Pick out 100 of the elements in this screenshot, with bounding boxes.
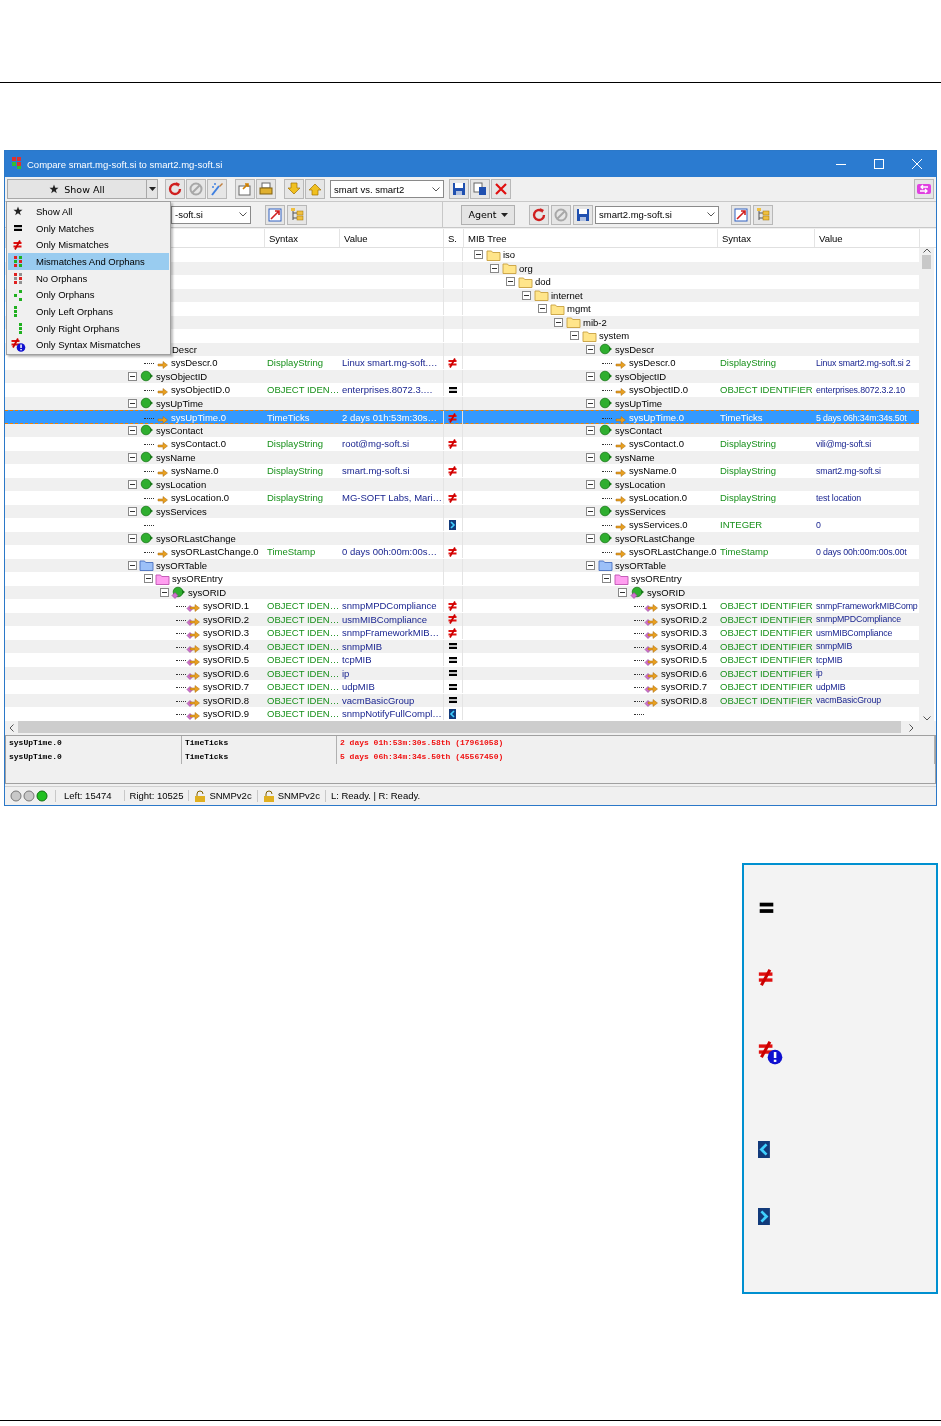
- tree-node[interactable]: sysLocation: [615, 478, 666, 490]
- tree-node[interactable]: sysORID.7: [661, 681, 707, 693]
- refresh-button[interactable]: [165, 179, 185, 199]
- tree-node[interactable]: system: [599, 330, 630, 342]
- profile-combo[interactable]: smart vs. smart2: [330, 180, 444, 198]
- find-button[interactable]: [265, 204, 285, 225]
- tree-node[interactable]: sysORLastChange: [156, 532, 236, 544]
- menu-item[interactable]: Only Mismatches: [8, 236, 169, 254]
- delete-button[interactable]: [491, 179, 511, 199]
- tree-node[interactable]: sysOREntry: [172, 573, 223, 585]
- tree-row[interactable]: sysORID.1 OBJECT IDEN… snmpMPDCompliance sysORID.1 OBJECT IDENTIFIER snmpFrameworkMIBComp: [5, 599, 919, 613]
- tree-row[interactable]: sysName.0 DisplayString smart.mg-soft.si sysName.0 DisplayString smart2.mg-soft.si: [5, 464, 919, 478]
- tree-row[interactable]: sysORID.4 OBJECT IDEN… snmpMIB sysORID.4 OBJECT IDENTIFIER snmpMIB: [5, 639, 919, 653]
- tree-row[interactable]: sysContact.0 DisplayString root@mg-soft.si sysContact.0 DisplayString vili@mg-soft.si: [5, 437, 919, 451]
- menu-item[interactable]: Only Matches: [8, 219, 169, 237]
- tree-node[interactable]: sysDescr: [615, 343, 655, 355]
- swap-button[interactable]: [914, 179, 934, 199]
- column-header[interactable]: Syntax: [264, 229, 339, 247]
- tree-node[interactable]: sysServices: [615, 505, 666, 517]
- tree-node[interactable]: sysContact.0: [629, 438, 684, 450]
- vertical-scrollbar[interactable]: [919, 248, 934, 721]
- tree-node[interactable]: sysORTable: [156, 559, 208, 571]
- tree-row[interactable]: sysORID.6 OBJECT IDEN… ip sysORID.6 OBJECT IDENTIFIER ip: [5, 666, 919, 680]
- menu-item[interactable]: Show All: [8, 203, 169, 220]
- tree-node[interactable]: sysLocation: [156, 478, 207, 490]
- tree-node[interactable]: sysORID.7: [203, 681, 249, 693]
- tree-node[interactable]: sysUpTime: [156, 397, 204, 409]
- tree-row[interactable]: sysObjectID sysObjectID: [5, 369, 919, 383]
- refresh-button[interactable]: [529, 204, 549, 225]
- tree-row[interactable]: sysORTable sysORTable: [5, 558, 919, 572]
- filter-dropdown[interactable]: Show All: [7, 179, 158, 199]
- tree-node[interactable]: sysServices.0: [629, 519, 688, 531]
- tree-node[interactable]: sysORID: [647, 586, 685, 598]
- tree-row[interactable]: sysORLastChange.0 TimeStamp 0 days 00h:00m:00s… sysORLastChange.0 TimeStamp 0 days 00h:00m:00s.00t: [5, 545, 919, 559]
- agent-combo[interactable]: -soft.si: [171, 205, 251, 224]
- tree-row[interactable]: sysORID sysORID: [5, 585, 919, 599]
- print-button[interactable]: [256, 179, 276, 199]
- tree-node[interactable]: sysORID.9: [203, 708, 249, 720]
- tree-row[interactable]: sysServices sysServices: [5, 504, 919, 518]
- tree-node[interactable]: sysORLastChange.0: [629, 546, 717, 558]
- agent-combo[interactable]: smart2.mg-soft.si: [595, 205, 719, 224]
- column-header[interactable]: Syntax: [717, 229, 814, 247]
- tree-node[interactable]: sysORID.4: [203, 640, 249, 652]
- column-header[interactable]: Value: [339, 229, 443, 247]
- tree-node[interactable]: sysORID.4: [661, 640, 707, 652]
- tree-node[interactable]: sysDescr.0: [171, 357, 218, 369]
- tree-node[interactable]: iso: [503, 249, 516, 261]
- tree-node[interactable]: sysLocation.0: [171, 492, 230, 504]
- tree-node[interactable]: sysUpTime: [615, 397, 663, 409]
- tree-node[interactable]: sysLocation.0: [629, 492, 688, 504]
- tree-row[interactable]: sysUpTime sysUpTime: [5, 396, 919, 410]
- tree-row[interactable]: sysServices.0 INTEGER 0: [5, 518, 919, 532]
- tree-node[interactable]: sysORID.3: [661, 627, 707, 639]
- tree-node[interactable]: sysName.0: [629, 465, 677, 477]
- scroll-thumb[interactable]: [922, 255, 931, 269]
- column-header[interactable]: MIB Tree: [463, 229, 717, 247]
- save-button[interactable]: [573, 204, 593, 225]
- tree-node[interactable]: sysContact: [615, 424, 662, 436]
- tree-node[interactable]: sysORID.6: [203, 667, 249, 679]
- tree-node[interactable]: sysName: [615, 451, 655, 463]
- tree-node[interactable]: org: [519, 262, 533, 274]
- arrow-down-button[interactable]: [284, 179, 304, 199]
- tree-node[interactable]: sysORID.5: [203, 654, 249, 666]
- column-header[interactable]: S.: [443, 229, 463, 247]
- tree-row[interactable]: sysLocation.0 DisplayString MG-SOFT Labs, Mari… sysLocation.0 DisplayString test location: [5, 491, 919, 505]
- tree-node[interactable]: sysObjectID: [615, 370, 667, 382]
- tree-node[interactable]: sysName.0: [171, 465, 219, 477]
- tree-node[interactable]: sysORID.8: [661, 694, 707, 706]
- tree-node[interactable]: sysObjectID.0: [171, 384, 231, 396]
- tree-node[interactable]: Descr: [172, 343, 197, 355]
- tree-row[interactable]: sysObjectID.0 OBJECT IDEN… enterprises.8072.3.… sysObjectID.0 OBJECT IDENTIFIER enterprises.8072.3.2.10: [5, 383, 919, 397]
- tree-node[interactable]: sysORID.2: [203, 613, 249, 625]
- tree-node[interactable]: internet: [551, 289, 583, 301]
- tree-node[interactable]: sysORID.6: [661, 667, 707, 679]
- stop-button[interactable]: [186, 179, 206, 199]
- arrow-up-button[interactable]: [305, 179, 325, 199]
- tree-node[interactable]: sysContact: [156, 424, 203, 436]
- menu-item[interactable]: Mismatches And Orphans: [8, 253, 169, 270]
- tree-row[interactable]: sysORID.5 OBJECT IDEN… tcpMIB sysORID.5 OBJECT IDENTIFIER tcpMIB: [5, 653, 919, 667]
- export-button[interactable]: [235, 179, 255, 199]
- tree-row[interactable]: sysORID.7 OBJECT IDEN… udpMIB sysORID.7 OBJECT IDENTIFIER udpMIB: [5, 680, 919, 694]
- tree-row[interactable]: sysDescr.0 DisplayString Linux smart.mg-soft.… sysDescr.0 DisplayString Linux smart2.mg-soft.si 2: [5, 356, 919, 370]
- agent-button[interactable]: Agent: [461, 204, 515, 225]
- tree-node[interactable]: sysORID.2: [661, 613, 707, 625]
- tree-node[interactable]: sysServices: [156, 505, 207, 517]
- tree-node[interactable]: sysORTable: [615, 559, 667, 571]
- tree-row[interactable]: sysORID.3 OBJECT IDEN… snmpFrameworkMIB… sysORID.3 OBJECT IDENTIFIER usmMIBCompliance: [5, 626, 919, 640]
- tree-node[interactable]: sysOREntry: [631, 573, 682, 585]
- tree-button[interactable]: [753, 204, 773, 225]
- tree-row[interactable]: sysLocation sysLocation: [5, 477, 919, 491]
- tree-node[interactable]: sysORID.3: [203, 627, 249, 639]
- tree-node[interactable]: sysDescr.0: [629, 357, 676, 369]
- tree-node[interactable]: sysORID.5: [661, 654, 707, 666]
- tree-row[interactable]: sysORLastChange sysORLastChange: [5, 531, 919, 545]
- column-header[interactable]: Value: [814, 229, 919, 247]
- tree-node[interactable]: sysORLastChange.0: [171, 546, 259, 558]
- copy-button[interactable]: [470, 179, 490, 199]
- tree-row[interactable]: sysORID.9 OBJECT IDEN… snmpNotifyFullCompl…: [5, 707, 919, 721]
- tree-row[interactable]: sysORID.8 OBJECT IDEN… vacmBasicGroup sysORID.8 OBJECT IDENTIFIER vacmBasicGroup: [5, 693, 919, 707]
- tree-button[interactable]: [287, 204, 307, 225]
